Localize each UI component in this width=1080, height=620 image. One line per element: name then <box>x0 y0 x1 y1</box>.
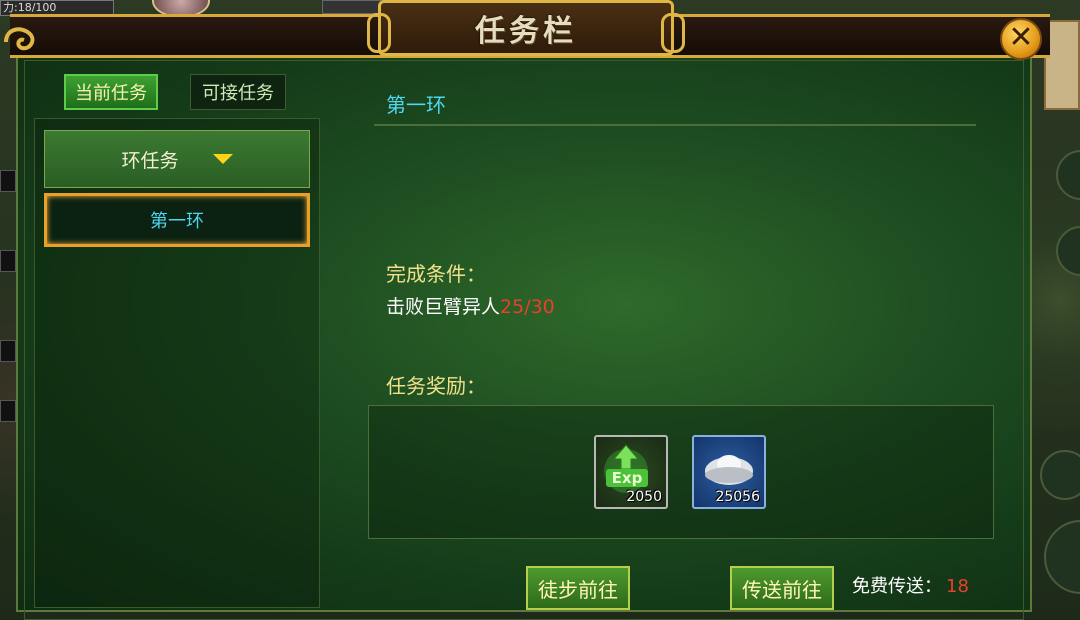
reward-item[interactable]: Exp 2050 <box>594 435 668 509</box>
tab-label: 可接任务 <box>202 83 274 104</box>
title-plaque: 任务栏 <box>367 0 685 56</box>
condition-progress: 25/30 <box>500 296 555 318</box>
quest-group-header[interactable]: 环任务 <box>44 130 310 188</box>
svg-text:Exp: Exp <box>612 469 643 487</box>
reward-quantity: 25056 <box>715 489 760 505</box>
hud-left-chip <box>0 340 16 362</box>
reward-title: 任务奖励： <box>386 374 486 398</box>
window-title: 任务栏 <box>475 14 577 49</box>
reward-quantity: 2050 <box>626 489 662 505</box>
quest-list <box>34 118 320 608</box>
quest-name: 第一环 <box>386 93 446 117</box>
reward-box <box>368 405 994 539</box>
condition-description: 击败巨臂异人 <box>386 296 501 318</box>
corner-ornament-icon <box>4 27 35 51</box>
hud-left-chip <box>0 400 16 422</box>
quest-item-label: 第一环 <box>150 211 204 232</box>
condition-text: 击败巨臂异人25/30 <box>386 292 555 319</box>
condition-title: 完成条件： <box>386 262 486 286</box>
reward-item[interactable]: 25056 <box>692 435 766 509</box>
free-teleport-counter: 免费传送： 18 <box>852 572 969 598</box>
close-button[interactable]: ✕ <box>1000 18 1042 60</box>
free-teleport-count: 18 <box>946 576 969 597</box>
tab-label: 当前任务 <box>75 83 147 104</box>
walk-button[interactable]: 徒步前往 <box>526 566 630 610</box>
walk-button-label: 徒步前往 <box>538 577 618 602</box>
free-teleport-label: 免费传送： <box>852 576 942 597</box>
hud-left-chip <box>0 170 16 192</box>
close-icon: ✕ <box>1008 20 1034 55</box>
quest-group-label: 环任务 <box>121 149 179 172</box>
hp-prefix: 力: <box>3 1 18 14</box>
list-item[interactable]: 第一环 <box>44 193 310 247</box>
teleport-button-label: 传送前往 <box>742 577 822 602</box>
hud-left-chip <box>0 250 16 272</box>
tab-available-quests[interactable]: 可接任务 <box>190 74 286 110</box>
hp-value: 18/100 <box>17 1 57 14</box>
tab-current-quests[interactable]: 当前任务 <box>64 74 158 110</box>
chevron-down-icon <box>212 154 233 164</box>
hud-power-bar <box>322 0 384 14</box>
teleport-button[interactable]: 传送前往 <box>730 566 834 610</box>
divider <box>374 124 976 126</box>
